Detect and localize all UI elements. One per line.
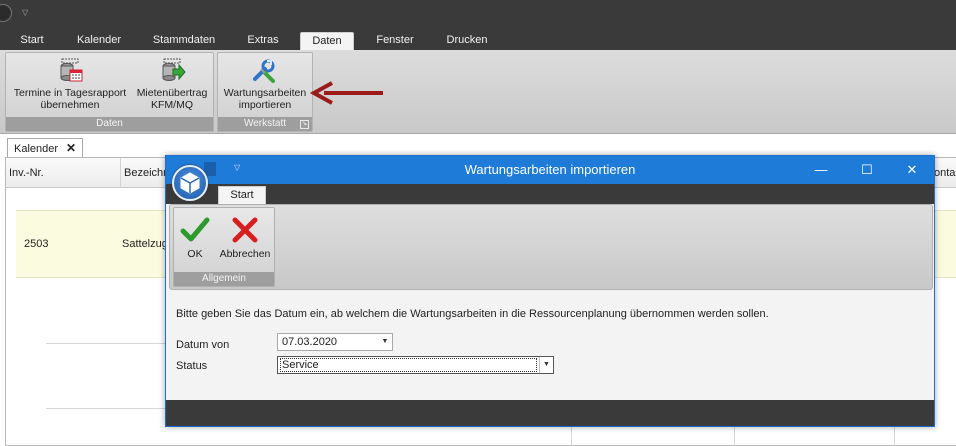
termine-tagesrapport-button[interactable]: Termine in Tagesrapport übernehmen [8, 57, 132, 111]
maximize-button[interactable]: ☐ [856, 160, 878, 180]
datum-von-label: Datum von [176, 339, 230, 351]
document-tab-kalender[interactable]: Kalender ✕ [7, 138, 84, 157]
mietenuebertrag-label: Mietenübertrag KFM/MQ [136, 87, 208, 111]
datum-von-value: 07.03.2020 [282, 336, 338, 348]
wartungsarbeiten-dialog: ▽ Wartungsarbeiten importieren — ☐ ✕ Sta… [165, 155, 935, 427]
cell-inv-nr: 2503 [24, 238, 49, 250]
tab-stammdaten[interactable]: Stammdaten [145, 32, 223, 50]
ribbon: Termine in Tagesrapport übernehmen Miete… [0, 50, 956, 134]
document-tab-label: Kalender [14, 143, 59, 155]
grid-line [894, 426, 895, 446]
chevron-down-icon[interactable]: ▼ [378, 334, 392, 350]
mietenuebertrag-button[interactable]: Mietenübertrag KFM/MQ [132, 57, 212, 111]
cell-bezeichnung: Sattelzug [122, 238, 168, 250]
quick-access-dropdown-icon[interactable]: ▽ [22, 8, 28, 17]
ribbon-group-daten: Termine in Tagesrapport übernehmen Miete… [5, 52, 214, 132]
tab-start[interactable]: Start [10, 32, 54, 50]
ribbon-tabbar: Start Kalender Stammdaten Extras Daten F… [0, 28, 956, 50]
grid-line [734, 426, 735, 446]
dialog-statusbar [166, 400, 934, 426]
dialog-titlebar[interactable]: ▽ Wartungsarbeiten importieren — ☐ ✕ [166, 156, 934, 184]
status-label: Status [176, 360, 208, 372]
abbrechen-button[interactable]: Abbrechen [216, 216, 274, 260]
status-select[interactable]: Service ▼ [277, 356, 554, 374]
app-menu-orb[interactable] [0, 4, 12, 22]
annotation-arrow-icon [310, 81, 383, 105]
grid-line [46, 343, 166, 344]
wartungsarbeiten-importieren-button[interactable]: Wartungsarbeiten importieren [220, 57, 310, 111]
wartungsarbeiten-importieren-label: Wartungsarbeiten importieren [223, 87, 307, 111]
database-transfer-icon [162, 58, 186, 81]
datum-von-date-picker[interactable]: 07.03.2020 ▼ [277, 333, 393, 351]
dialog-body: Bitte geben Sie das Datum ein, ab welche… [166, 292, 934, 402]
app-titlebar: ▽ [0, 0, 956, 28]
tab-kalender[interactable]: Kalender [66, 32, 132, 50]
termine-tagesrapport-label: Termine in Tagesrapport übernehmen [13, 87, 127, 111]
tab-drucken[interactable]: Drucken [436, 32, 498, 50]
tab-extras[interactable]: Extras [235, 32, 291, 50]
cancel-x-icon [232, 217, 258, 243]
close-button[interactable]: ✕ [901, 160, 923, 180]
calendar-db-icon [60, 58, 83, 82]
close-icon[interactable]: ✕ [66, 141, 76, 155]
dialog-tab-start[interactable]: Start [218, 186, 266, 204]
wrench-screwdriver-icon [253, 59, 275, 83]
ribbon-group-label-werkstatt: Werkstatt [218, 117, 312, 131]
cube-icon [180, 172, 200, 194]
grid-line [571, 426, 572, 446]
dialog-app-orb[interactable] [172, 165, 208, 201]
status-value: Service [280, 358, 537, 372]
dialog-tabbar: Start [166, 184, 934, 204]
ribbon-group-label-allgemein: Allgemein [174, 272, 274, 286]
ribbon-group-label-daten: Daten [6, 117, 213, 131]
minimize-button[interactable]: — [810, 160, 832, 180]
dialog-launcher-icon[interactable]: ↘ [300, 120, 309, 129]
dialog-ribbon: OK Abbrechen Allgemein [169, 204, 933, 290]
tab-fenster[interactable]: Fenster [366, 32, 424, 50]
abbrechen-label: Abbrechen [219, 248, 271, 260]
chevron-down-icon[interactable]: ▼ [539, 357, 553, 373]
grid-line [46, 408, 166, 409]
instruction-text: Bitte geben Sie das Datum ein, ab welche… [176, 308, 769, 320]
tab-daten[interactable]: Daten [300, 32, 354, 50]
ok-button[interactable]: OK [177, 216, 213, 260]
ribbon-group-allgemein: OK Abbrechen Allgemein [173, 207, 275, 287]
ribbon-group-werkstatt: Wartungsarbeiten importieren Werkstatt ↘ [217, 52, 313, 132]
ok-label: OK [187, 248, 203, 260]
checkmark-icon [180, 217, 210, 242]
column-header-inv-nr[interactable]: Inv.-Nr. [6, 158, 121, 188]
